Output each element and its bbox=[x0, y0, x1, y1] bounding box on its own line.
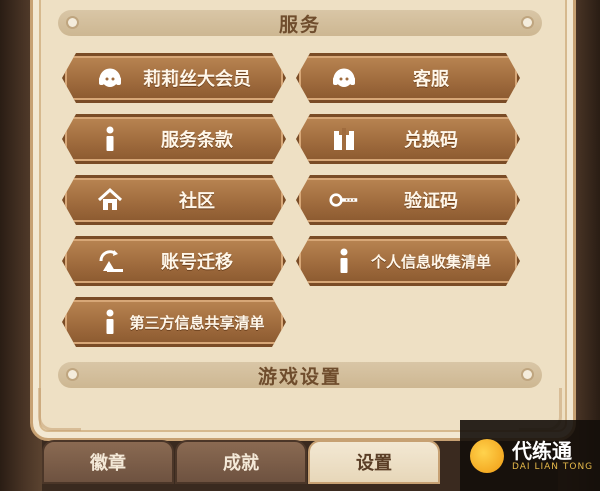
tab-settings[interactable]: 设置 bbox=[308, 440, 440, 484]
customer-service-button[interactable]: 客服 bbox=[296, 53, 520, 103]
info-icon bbox=[329, 246, 359, 276]
button-label: 个人信息收集清单 bbox=[370, 252, 491, 271]
button-label: 莉莉丝大会员 bbox=[143, 69, 251, 90]
verification-code-button[interactable]: 验证码 bbox=[296, 175, 520, 225]
button-label: 账号迁移 bbox=[161, 252, 233, 273]
community-button[interactable]: 社区 bbox=[62, 175, 286, 225]
button-label: 第三方信息共享清单 bbox=[129, 313, 265, 332]
watermark: 代练通 DAI LIAN TONG bbox=[460, 420, 600, 491]
header-ornament bbox=[523, 370, 532, 379]
button-label: 客服 bbox=[413, 69, 449, 90]
button-label: 服务条款 bbox=[161, 130, 233, 151]
gift-icon bbox=[329, 124, 359, 154]
game-settings-section-header: 游戏设置 bbox=[58, 362, 542, 388]
home-icon bbox=[95, 185, 125, 215]
panel-corner-ornament bbox=[38, 388, 81, 431]
account-transfer-icon bbox=[95, 246, 125, 276]
info-icon bbox=[95, 124, 125, 154]
account-transfer-button[interactable]: 账号迁移 bbox=[62, 236, 286, 286]
button-label: 兑换码 bbox=[404, 130, 458, 151]
services-section-header: 服务 bbox=[58, 10, 542, 36]
header-ornament bbox=[523, 18, 532, 27]
key-icon bbox=[329, 185, 359, 215]
third-party-sharing-list-button[interactable]: 第三方信息共享清单 bbox=[62, 297, 286, 347]
lilith-membership-button[interactable]: 莉莉丝大会员 bbox=[62, 53, 286, 103]
headset-icon bbox=[329, 63, 359, 93]
tab-achievements[interactable]: 成就 bbox=[175, 440, 307, 484]
tab-label: 成就 bbox=[223, 453, 259, 474]
terms-of-service-button[interactable]: 服务条款 bbox=[62, 114, 286, 164]
personal-info-list-button[interactable]: 个人信息收集清单 bbox=[296, 236, 520, 286]
button-label: 社区 bbox=[179, 191, 215, 212]
watermark-subtitle: DAI LIAN TONG bbox=[512, 461, 594, 472]
watermark-logo-icon bbox=[470, 438, 504, 473]
button-label: 验证码 bbox=[404, 191, 458, 212]
info-icon bbox=[95, 307, 125, 337]
header-ornament bbox=[68, 18, 77, 27]
redeem-code-button[interactable]: 兑换码 bbox=[296, 114, 520, 164]
services-title: 服务 bbox=[278, 13, 321, 36]
tab-label: 徽章 bbox=[90, 453, 126, 474]
tab-label: 设置 bbox=[356, 453, 392, 474]
game-settings-title: 游戏设置 bbox=[257, 365, 342, 388]
header-ornament bbox=[68, 370, 77, 379]
tab-badges[interactable]: 徽章 bbox=[42, 440, 174, 484]
watermark-title: 代练通 bbox=[512, 438, 572, 463]
headset-icon bbox=[95, 63, 125, 93]
